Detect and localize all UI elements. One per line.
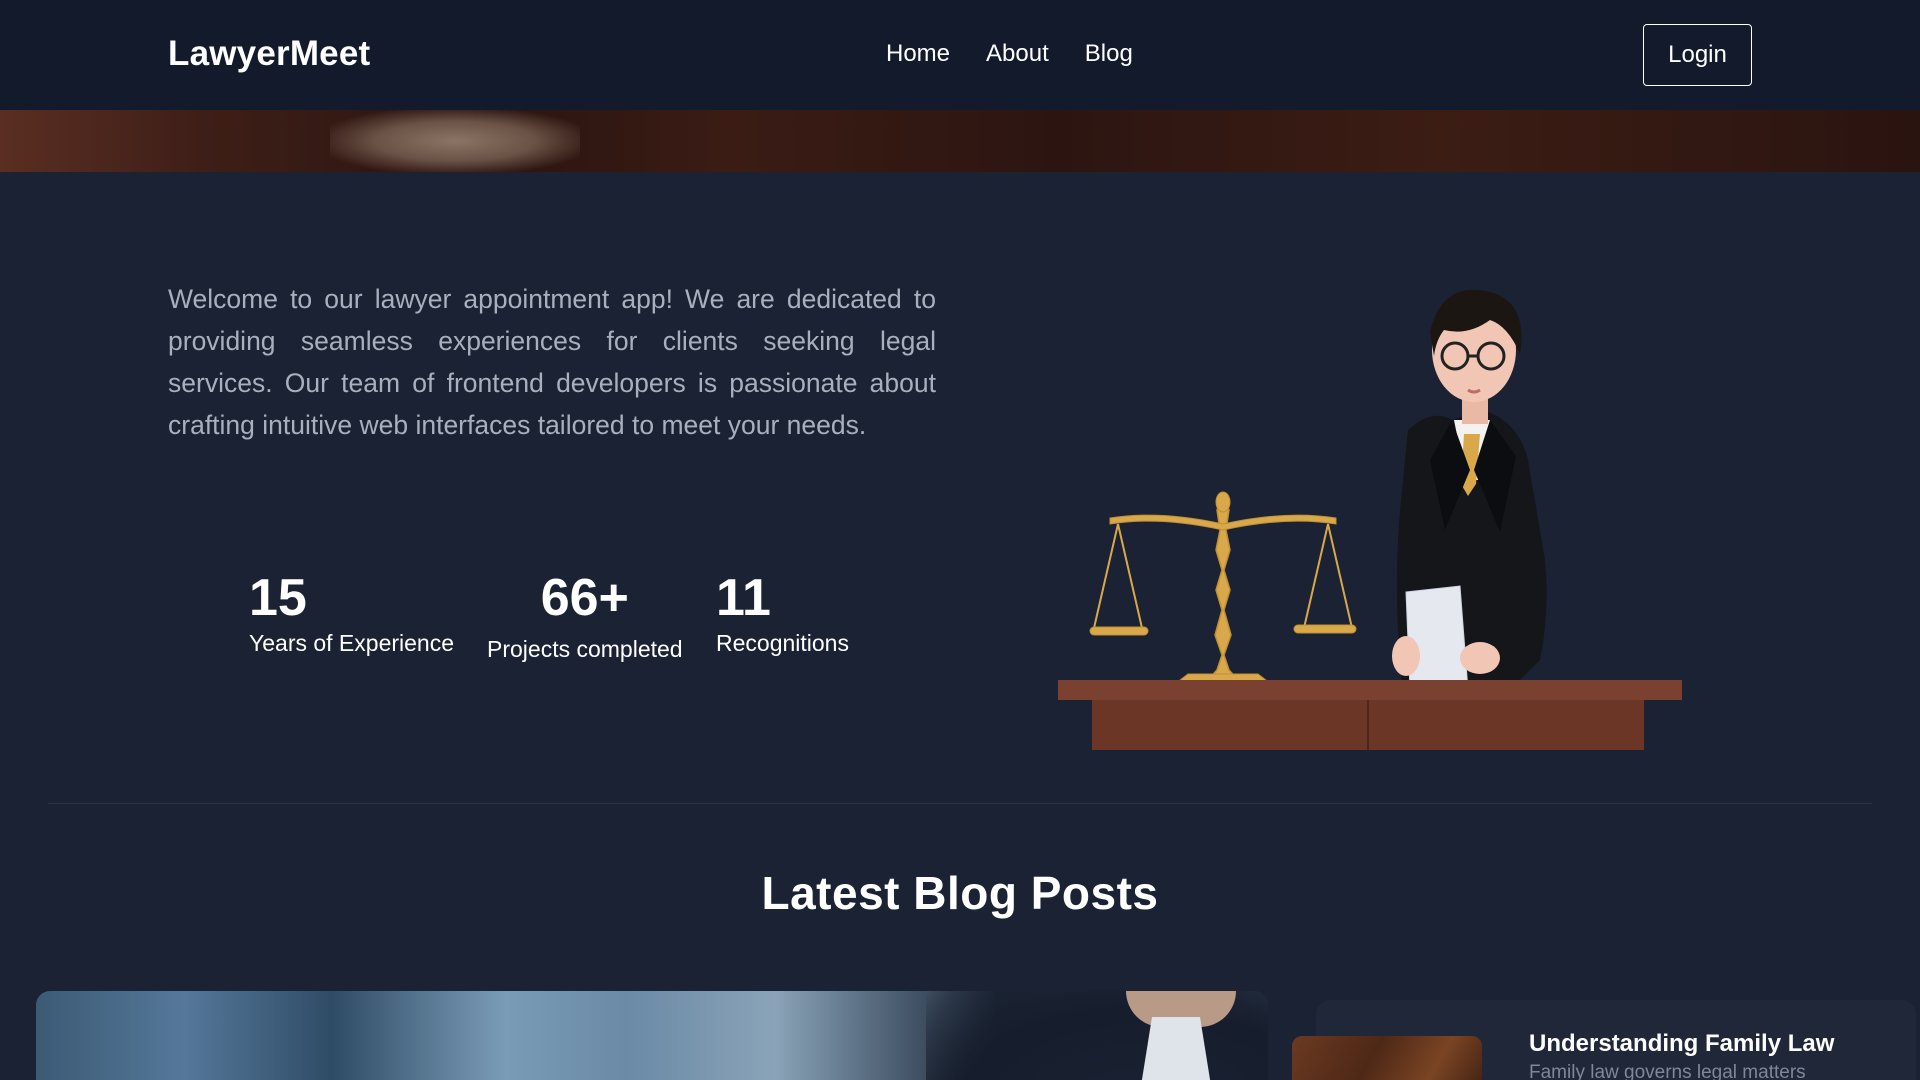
desk [1058, 680, 1682, 750]
side-blog-thumbnail[interactable] [1292, 1036, 1482, 1080]
section-divider [48, 803, 1872, 804]
blog-section-heading: Latest Blog Posts [761, 867, 1159, 919]
stat-number: 11 [716, 569, 771, 627]
stat-number: 66+ [540, 569, 629, 627]
stat-recognitions: 11 Recognitions [716, 568, 849, 657]
navbar: LawyerMeet Home About Blog Login [0, 0, 1920, 110]
side-blog-excerpt: Family law governs legal matters [1529, 1062, 1806, 1080]
scales-of-justice-icon [1089, 491, 1357, 685]
stat-label: Years of Experience [249, 630, 455, 656]
hero-section: Welcome to our lawyer appointment app! W… [0, 172, 1920, 802]
nav-link-home[interactable]: Home [886, 40, 950, 68]
stat-experience: 15 Years of Experience [249, 568, 454, 657]
nav-link-blog[interactable]: Blog [1085, 40, 1133, 68]
lawyer-illustration [1058, 289, 1682, 750]
brand-logo[interactable]: LawyerMeet [168, 34, 370, 74]
side-blog-title[interactable]: Understanding Family Law [1529, 1030, 1834, 1058]
lawyer-figure [1392, 289, 1547, 691]
featured-blog-card[interactable] [36, 991, 1268, 1080]
login-button[interactable]: Login [1643, 24, 1752, 86]
page: LawyerMeet Home About Blog Login Welcome… [0, 0, 1920, 1080]
nav-link-about[interactable]: About [986, 40, 1049, 68]
stat-number: 15 [249, 569, 307, 627]
stat-label: Recognitions [716, 630, 849, 656]
stat-projects: 66+ Projects completed [487, 568, 683, 663]
banner-blur-highlight [330, 110, 580, 172]
banner-image-strip [0, 110, 1920, 172]
stat-label: Projects completed [487, 636, 683, 662]
intro-text: Welcome to our lawyer appointment app! W… [168, 284, 936, 440]
nav-links: Home About Blog [886, 40, 1133, 68]
